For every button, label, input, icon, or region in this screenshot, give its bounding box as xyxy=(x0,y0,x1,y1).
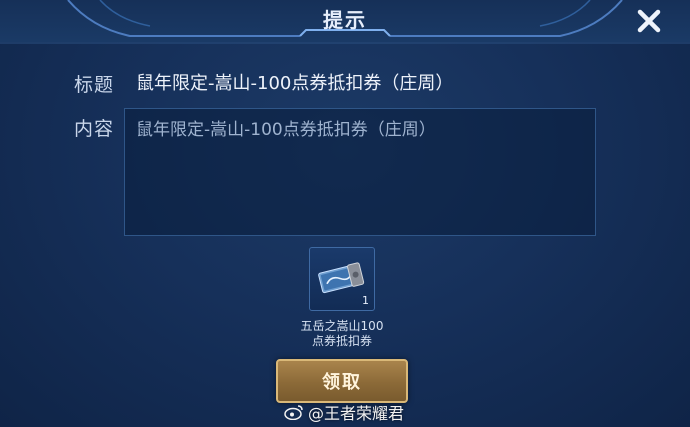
watermark-text: @王者荣耀君 xyxy=(308,404,405,423)
reward-item-name: 五岳之嵩山100点券抵扣券 xyxy=(300,319,384,348)
title-value: 鼠年限定-嵩山-100点券抵扣券（庄周） xyxy=(136,73,454,94)
weibo-icon xyxy=(284,405,303,420)
content-box: 鼠年限定-嵩山-100点券抵扣券（庄周） xyxy=(124,108,596,236)
title-label: 标题 xyxy=(74,74,115,96)
close-button[interactable] xyxy=(634,6,664,36)
content-label: 内容 xyxy=(74,118,115,140)
reward-item-count: 1 xyxy=(362,294,369,307)
reward-item-slot[interactable]: 1 xyxy=(309,247,375,311)
claim-button[interactable]: 领取 xyxy=(276,359,408,403)
watermark: @王者荣耀君 xyxy=(284,400,404,424)
close-icon xyxy=(637,9,661,33)
dialog-title: 提示 xyxy=(323,8,367,32)
content-text: 鼠年限定-嵩山-100点券抵扣券（庄周） xyxy=(136,120,436,140)
